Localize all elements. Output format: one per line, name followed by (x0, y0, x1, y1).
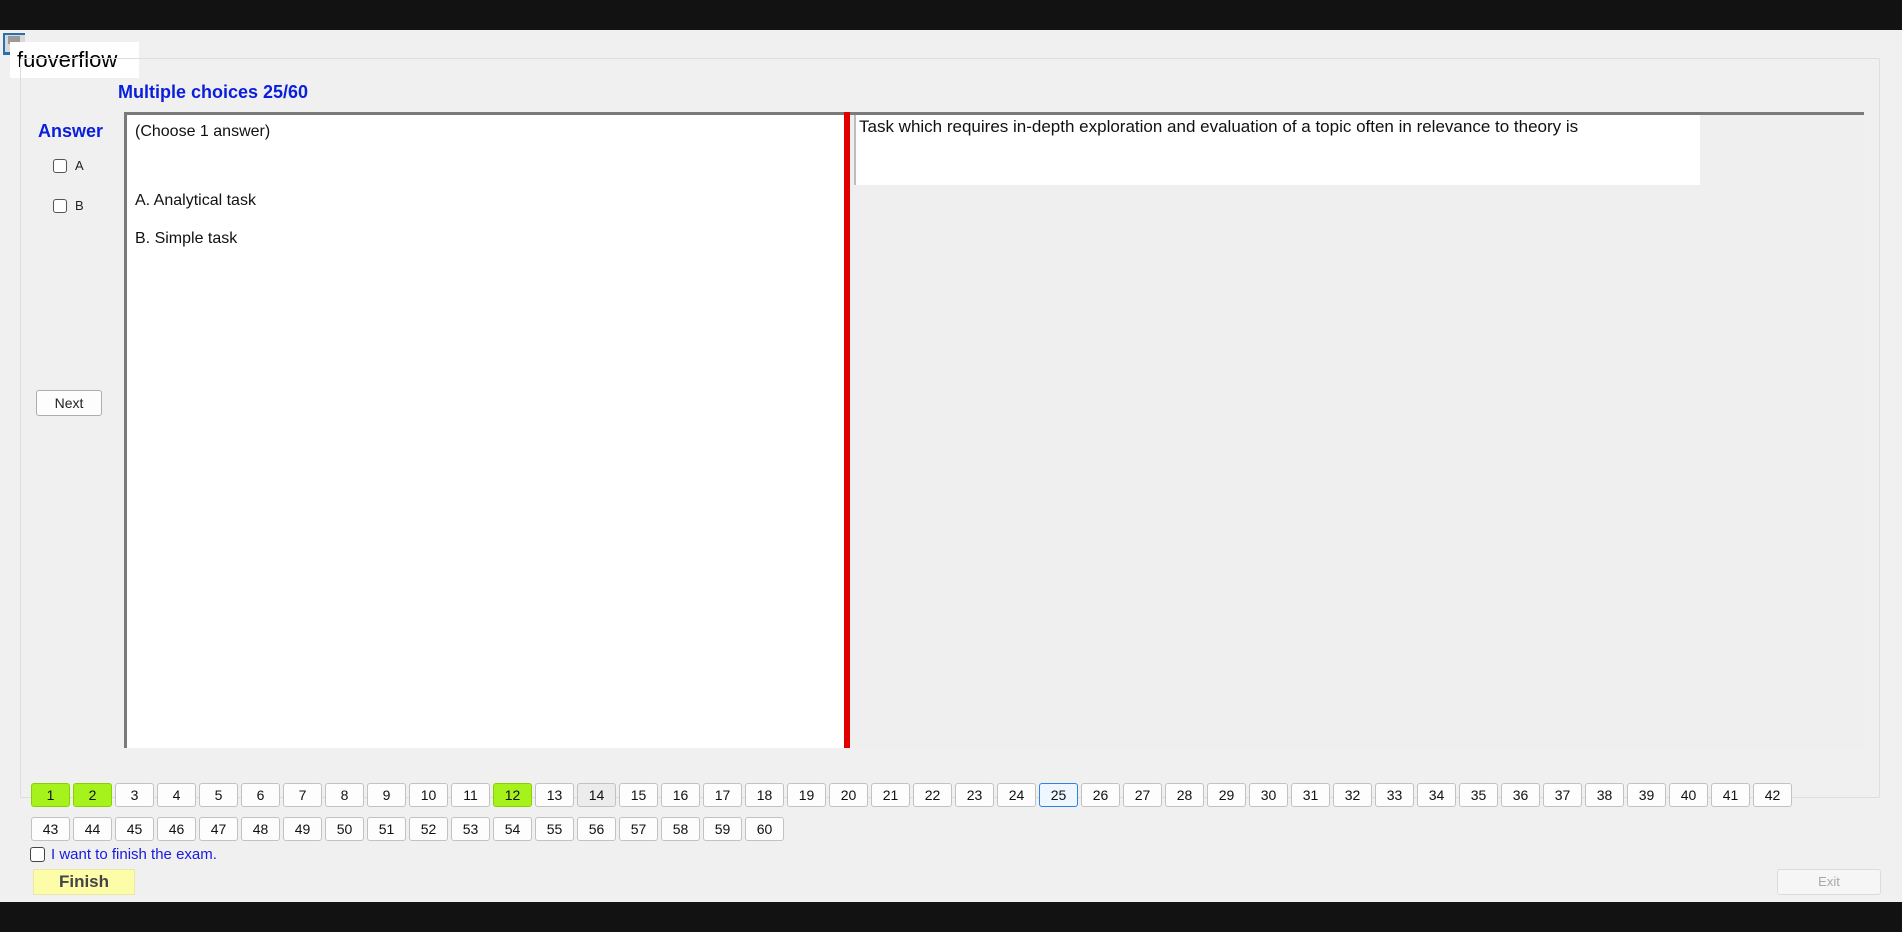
question-nav-button-29[interactable]: 29 (1207, 783, 1246, 807)
question-nav-button-59[interactable]: 59 (703, 817, 742, 841)
question-nav-row-2: 43 44 45 46 47 48 49 50 51 52 53 54 55 56 57 58 59 60 (31, 817, 784, 841)
question-nav-button-18[interactable]: 18 (745, 783, 784, 807)
question-nav-button-47[interactable]: 47 (199, 817, 238, 841)
question-nav-button-5[interactable]: 5 (199, 783, 238, 807)
question-nav-button-40[interactable]: 40 (1669, 783, 1708, 807)
answer-option-b: B. Simple task (135, 230, 238, 247)
question-nav-button-24[interactable]: 24 (997, 783, 1036, 807)
answer-checkbox-b[interactable]: B (53, 198, 84, 213)
question-nav-button-22[interactable]: 22 (913, 783, 952, 807)
question-nav-button-45[interactable]: 45 (115, 817, 154, 841)
question-nav-button-39[interactable]: 39 (1627, 783, 1666, 807)
question-nav-button-13[interactable]: 13 (535, 783, 574, 807)
question-nav-button-20[interactable]: 20 (829, 783, 868, 807)
checkbox-icon[interactable] (53, 158, 67, 173)
question-nav-button-50[interactable]: 50 (325, 817, 364, 841)
question-nav-row-1: 1 2 3 4 5 6 7 8 9 10 11 12 13 14 15 16 17 18 19 20 21 22 23 24 2… (31, 783, 1792, 807)
question-nav-button-49[interactable]: 49 (283, 817, 322, 841)
choose-hint: (Choose 1 answer) (135, 123, 271, 140)
question-nav-button-38[interactable]: 38 (1585, 783, 1624, 807)
question-nav-button-25[interactable]: 25 (1039, 783, 1078, 807)
question-nav-button-36[interactable]: 36 (1501, 783, 1540, 807)
finish-button[interactable]: Finish (33, 869, 135, 895)
finish-exam-label: I want to finish the exam. (51, 846, 217, 863)
question-nav-button-6[interactable]: 6 (241, 783, 280, 807)
finish-exam-checkbox[interactable]: I want to finish the exam. (30, 846, 217, 863)
answer-label: Answer (38, 121, 104, 141)
question-nav-button-37[interactable]: 37 (1543, 783, 1582, 807)
question-nav-button-55[interactable]: 55 (535, 817, 574, 841)
question-nav-button-54[interactable]: 54 (493, 817, 532, 841)
question-nav-button-7[interactable]: 7 (283, 783, 322, 807)
question-nav-button-12[interactable]: 12 (493, 783, 532, 807)
question-nav-button-51[interactable]: 51 (367, 817, 406, 841)
question-nav-button-11[interactable]: 11 (451, 783, 490, 807)
question-nav-button-44[interactable]: 44 (73, 817, 112, 841)
question-nav-button-27[interactable]: 27 (1123, 783, 1162, 807)
question-nav-button-31[interactable]: 31 (1291, 783, 1330, 807)
exit-button[interactable]: Exit (1777, 869, 1881, 895)
question-nav-button-34[interactable]: 34 (1417, 783, 1456, 807)
question-nav-button-3[interactable]: 3 (115, 783, 154, 807)
question-nav-button-9[interactable]: 9 (367, 783, 406, 807)
question-nav-button-14[interactable]: 14 (577, 783, 616, 807)
question-nav-button-43[interactable]: 43 (31, 817, 70, 841)
question-nav-button-15[interactable]: 15 (619, 783, 658, 807)
question-nav-button-41[interactable]: 41 (1711, 783, 1750, 807)
answer-checkbox-a[interactable]: A (53, 158, 84, 173)
answer-checkbox-label: A (75, 158, 84, 173)
question-nav-button-21[interactable]: 21 (871, 783, 910, 807)
question-nav-button-8[interactable]: 8 (325, 783, 364, 807)
answer-checkbox-label: B (75, 198, 84, 213)
question-nav-button-10[interactable]: 10 (409, 783, 448, 807)
question-nav-button-23[interactable]: 23 (955, 783, 994, 807)
question-nav-button-28[interactable]: 28 (1165, 783, 1204, 807)
question-nav-button-32[interactable]: 32 (1333, 783, 1372, 807)
next-button[interactable]: Next (36, 390, 102, 416)
question-panel: Task which requires in-depth exploration… (850, 112, 1864, 748)
question-nav-button-52[interactable]: 52 (409, 817, 448, 841)
question-nav-button-30[interactable]: 30 (1249, 783, 1288, 807)
question-nav-button-48[interactable]: 48 (241, 817, 280, 841)
question-nav-button-33[interactable]: 33 (1375, 783, 1414, 807)
question-nav-button-53[interactable]: 53 (451, 817, 490, 841)
checkbox-icon[interactable] (30, 847, 45, 862)
question-nav-button-16[interactable]: 16 (661, 783, 700, 807)
exam-window: fuoverflow Multiple choices 25/60 Answer… (0, 30, 1902, 902)
answer-option-a: A. Analytical task (135, 192, 256, 209)
question-nav-button-2[interactable]: 2 (73, 783, 112, 807)
question-nav-button-35[interactable]: 35 (1459, 783, 1498, 807)
question-nav-button-1[interactable]: 1 (31, 783, 70, 807)
question-nav-button-17[interactable]: 17 (703, 783, 742, 807)
question-nav-button-58[interactable]: 58 (661, 817, 700, 841)
question-nav-button-42[interactable]: 42 (1753, 783, 1792, 807)
section-title: Multiple choices 25/60 (118, 82, 309, 102)
question-nav-button-56[interactable]: 56 (577, 817, 616, 841)
question-nav-button-19[interactable]: 19 (787, 783, 826, 807)
checkbox-icon[interactable] (53, 198, 67, 213)
answers-panel: (Choose 1 answer) A. Analytical task B. … (124, 112, 844, 748)
question-nav-button-60[interactable]: 60 (745, 817, 784, 841)
question-text: Task which requires in-depth exploration… (854, 115, 1700, 185)
question-nav-button-46[interactable]: 46 (157, 817, 196, 841)
question-nav-button-4[interactable]: 4 (157, 783, 196, 807)
question-nav-button-57[interactable]: 57 (619, 817, 658, 841)
question-nav-button-26[interactable]: 26 (1081, 783, 1120, 807)
